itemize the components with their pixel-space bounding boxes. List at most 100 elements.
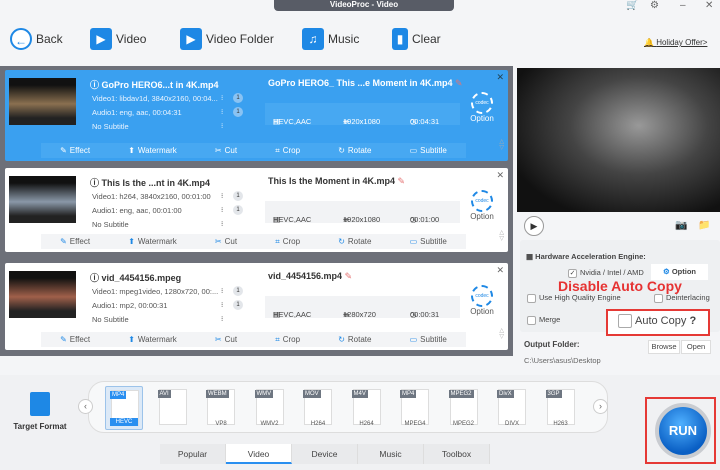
chevron-left-icon[interactable]: ‹ (78, 399, 93, 414)
back-button[interactable]: ← Back (10, 28, 63, 50)
deinterlacing-checkbox[interactable]: Deinterlacing (654, 293, 710, 303)
open-folder-icon[interactable]: 📁 (698, 220, 710, 231)
output-filename[interactable]: This Is the Moment in 4K.mp4 ✎ (268, 176, 405, 187)
action-watermark-button[interactable]: ⬆ Watermark (128, 146, 177, 155)
codec-option-button[interactable]: codec Option (467, 92, 497, 123)
info-icon[interactable]: ⓘ (90, 80, 102, 90)
reorder-arrows-icon[interactable]: △ ▽ (499, 139, 504, 151)
track-menu-icon[interactable]: ⁝ (221, 315, 223, 323)
video-thumbnail[interactable] (9, 271, 76, 318)
track-menu-icon[interactable]: ⁝ (221, 94, 223, 102)
clear-button[interactable]: ▮ Clear (392, 28, 441, 50)
action-rotate-button[interactable]: ↻ Rotate (338, 335, 371, 344)
add-video-button[interactable]: ▶ Video (90, 28, 146, 50)
track-menu-icon[interactable]: ⁝ (221, 287, 223, 295)
gear-icon[interactable]: ⚙ (650, 0, 659, 11)
action-cut-button[interactable]: ✂ Cut (215, 146, 237, 155)
action-cut-button[interactable]: ✂ Cut (215, 335, 237, 344)
action-subtitle-button[interactable]: ▭ Subtitle (410, 146, 447, 155)
format-3gp-h263[interactable]: 3GP H263 (542, 386, 580, 430)
format-divx-divx[interactable]: DivX DIVX (493, 386, 531, 430)
format-avi-none[interactable]: AVI (154, 386, 192, 430)
codec-option-button[interactable]: codec Option (467, 190, 497, 221)
action-watermark-button[interactable]: ⬆ Watermark (128, 335, 177, 344)
close-icon[interactable]: ✕ (496, 72, 504, 83)
merge-checkbox[interactable]: Merge (527, 315, 560, 325)
edit-pencil-icon[interactable]: ✎ (395, 176, 406, 186)
audio-track-info[interactable]: Audio1: eng, aac, 00:01:00 (92, 206, 182, 215)
chevron-right-icon[interactable]: › (593, 399, 608, 414)
subtitle-info[interactable]: No Subtitle (92, 315, 129, 324)
track-menu-icon[interactable]: ⁝ (221, 192, 223, 200)
video-thumbnail[interactable] (9, 78, 76, 125)
play-button[interactable]: ▶ (524, 216, 544, 236)
run-button[interactable]: RUN (655, 403, 711, 459)
info-icon[interactable]: ⓘ (90, 178, 102, 188)
video-item[interactable]: ⓘ GoPro HERO6...t in 4K.mp4 Video1: libda… (5, 70, 508, 161)
action-effect-button[interactable]: ✎ Effect (60, 335, 90, 344)
snapshot-icon[interactable]: 📷 (675, 220, 687, 231)
format-m4v-h264[interactable]: M4V H264 (348, 386, 386, 430)
action-crop-button[interactable]: ⌗ Crop (275, 146, 300, 156)
action-cut-button[interactable]: ✂ Cut (215, 237, 237, 246)
cart-icon[interactable]: 🛒 (626, 0, 638, 11)
action-effect-button[interactable]: ✎ Effect (60, 237, 90, 246)
format-mp4-mpeg4[interactable]: MP4 MPEG4 (396, 386, 434, 430)
edit-pencil-icon[interactable]: ✎ (342, 271, 353, 281)
action-crop-button[interactable]: ⌗ Crop (275, 335, 300, 345)
action-subtitle-button[interactable]: ▭ Subtitle (410, 237, 447, 246)
track-menu-icon[interactable]: ⁝ (221, 301, 223, 309)
action-rotate-button[interactable]: ↻ Rotate (338, 237, 371, 246)
minimize-button[interactable]: – (680, 0, 686, 11)
reorder-arrows-icon[interactable]: △ ▽ (499, 328, 504, 340)
video-thumbnail[interactable] (9, 176, 76, 223)
format-mpeg2-mpeg2[interactable]: MPEG2 MPEG2 (445, 386, 483, 430)
format-wmv-wmv2[interactable]: WMV WMV2 (251, 386, 289, 430)
add-music-button[interactable]: ♫ Music (302, 28, 359, 50)
action-watermark-button[interactable]: ⬆ Watermark (128, 237, 177, 246)
tab-toolbox[interactable]: Toolbox (424, 444, 490, 464)
target-format-button[interactable]: Target Format (10, 392, 70, 431)
close-icon[interactable]: ✕ (496, 265, 504, 276)
output-filename[interactable]: vid_4454156.mp4 ✎ (268, 271, 352, 282)
tab-popular[interactable]: Popular (160, 444, 226, 464)
format-mp4-hevc[interactable]: MP4 HEVC (105, 386, 143, 430)
tab-music[interactable]: Music (358, 444, 424, 464)
action-crop-button[interactable]: ⌗ Crop (275, 237, 300, 247)
video-item[interactable]: ⓘ This Is the ...nt in 4K.mp4 Video1: h26… (5, 168, 508, 252)
tab-device[interactable]: Device (292, 444, 358, 464)
track-menu-icon[interactable]: ⁝ (221, 206, 223, 214)
format-mov-h264[interactable]: MOV H264 (299, 386, 337, 430)
video-track-info[interactable]: Video1: mpeg1video, 1280x720, 00:... (92, 287, 218, 296)
codec-option-button[interactable]: codec Option (467, 285, 497, 316)
track-menu-icon[interactable]: ⁝ (221, 220, 223, 228)
audio-track-info[interactable]: Audio1: mp2, 00:00:31 (92, 301, 167, 310)
subtitle-info[interactable]: No Subtitle (92, 220, 129, 229)
info-icon[interactable]: ⓘ (90, 273, 102, 283)
help-icon[interactable]: ? (689, 315, 696, 327)
audio-track-info[interactable]: Audio1: eng, aac, 00:04:31 (92, 108, 182, 117)
close-icon[interactable]: ✕ (496, 170, 504, 181)
subtitle-info[interactable]: No Subtitle (92, 122, 129, 131)
video-track-info[interactable]: Video1: libdav1d, 3840x2160, 00:04... (92, 94, 218, 103)
video-item[interactable]: ⓘ vid_4454156.mpeg Video1: mpeg1video, 12… (5, 263, 508, 350)
high-quality-checkbox[interactable]: Use High Quality Engine (527, 293, 621, 303)
auto-copy-checkbox[interactable]: Auto Copy ? (618, 314, 696, 328)
close-window-button[interactable]: ✕ (705, 0, 713, 11)
action-rotate-button[interactable]: ↻ Rotate (338, 146, 371, 155)
action-effect-button[interactable]: ✎ Effect (60, 146, 90, 155)
track-menu-icon[interactable]: ⁝ (221, 122, 223, 130)
action-subtitle-button[interactable]: ▭ Subtitle (410, 335, 447, 344)
nvidia-checkbox[interactable]: ✓ Nvidia / Intel / AMD (568, 268, 644, 278)
tab-video[interactable]: Video (226, 444, 292, 464)
output-filename[interactable]: GoPro HERO6_ This ...e Moment in 4K.mp4 … (268, 78, 463, 89)
browse-button[interactable]: Browse (648, 340, 680, 354)
edit-pencil-icon[interactable]: ✎ (453, 78, 463, 88)
format-webm-vp8[interactable]: WEBM VP8 (202, 386, 240, 430)
video-track-info[interactable]: Video1: h264, 3840x2160, 00:01:00 (92, 192, 211, 201)
holiday-offer-link[interactable]: 🔔 Holiday Offer> (644, 38, 707, 47)
add-video-folder-button[interactable]: ▶ Video Folder (180, 28, 274, 50)
track-menu-icon[interactable]: ⁝ (221, 108, 223, 116)
reorder-arrows-icon[interactable]: △ ▽ (499, 230, 504, 242)
open-button[interactable]: Open (681, 340, 711, 354)
